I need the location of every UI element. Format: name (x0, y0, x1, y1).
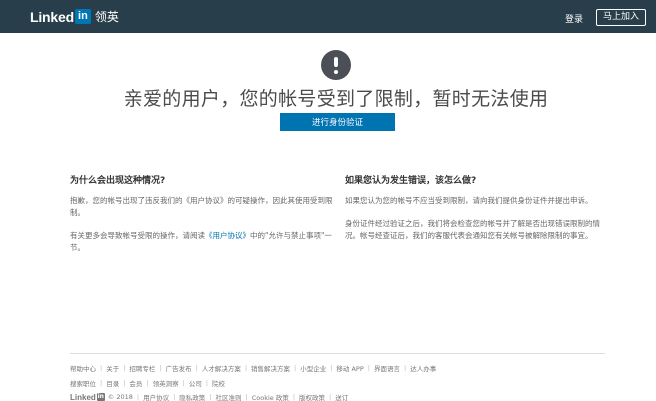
alert-circle-icon (321, 50, 351, 80)
footer-link[interactable]: 达人办事 (410, 363, 436, 373)
join-now-button[interactable]: 马上加入 (596, 9, 646, 26)
footer-linkedin-logo: Linked in (70, 393, 105, 401)
footer-link[interactable]: 招聘专栏 (129, 363, 155, 373)
user-agreement-link[interactable]: 《用户协议》 (205, 231, 250, 240)
signin-link[interactable]: 登录 (565, 12, 583, 25)
why-section-paragraph-2: 有关更多会导致帐号受限的操作，请阅读《用户协议》中的"允许与禁止事项"一节。 (70, 230, 336, 254)
top-navbar: Linked in 领英 登录 马上加入 (0, 0, 656, 33)
footer-link[interactable]: Cookie 政策 (252, 392, 289, 401)
footer-link[interactable]: 人才解决方案 (202, 363, 241, 373)
footer-link[interactable]: 公司 (189, 378, 202, 388)
footer-link[interactable]: 用户协议 (143, 392, 169, 401)
footer-link[interactable]: 版权政策 (299, 392, 325, 401)
footer-link[interactable]: 界面语言 (374, 363, 400, 373)
footer-links-row-1: 帮助中心 | 关于 | 招聘专栏 | 广告发布 | 人才解决方案 | 销售解决方案 | 小型… (70, 363, 437, 373)
appeal-section-paragraph-1: 如果您认为您的帐号不应当受到限制，请向我们提供身份证件并提出申诉。 (345, 196, 593, 205)
footer-link[interactable]: 送订 (335, 392, 348, 401)
footer-link[interactable]: 移动 APP (336, 363, 363, 373)
alert-icon-dot (334, 70, 338, 74)
footer-links-row-2: 搜索职位 | 目录 | 会员 | 领英洞察 | 公司 | 院校 (70, 378, 226, 388)
appeal-section: 如果您认为发生错误，该怎么做? 如果您认为您的帐号不应当受到限制，请向我们提供身… (345, 173, 611, 253)
footer-link[interactable]: 领英洞察 (153, 378, 179, 388)
footer-link[interactable]: 广告发布 (166, 363, 192, 373)
why-section: 为什么会出现这种情况? 抱歉，您的帐号出现了违反我们的《用户协议》的可疑操作，因… (70, 173, 336, 265)
logo-in-box: in (74, 9, 91, 24)
footer-link[interactable]: 关于 (106, 363, 119, 373)
footer-link[interactable]: 小型企业 (300, 363, 326, 373)
copyright-text: © 2018 (107, 393, 133, 401)
logo-wordmark: Linked (30, 8, 74, 25)
alert-icon-bar (334, 57, 338, 67)
para2-prefix: 有关更多会导致帐号受限的操作，请阅读 (70, 231, 205, 240)
footer-link[interactable]: 院校 (212, 378, 225, 388)
why-section-paragraph-1: 抱歉，您的帐号出现了违反我们的《用户协议》的可疑操作，因此其使用受到限制。 (70, 196, 333, 217)
footer-link[interactable]: 社区准则 (216, 392, 242, 401)
footer-logo-in-box: in (96, 393, 105, 401)
footer-link[interactable]: 销售解决方案 (251, 363, 290, 373)
appeal-section-paragraph-2: 身份证件经过验证之后，我们将会检查您的帐号并了解是否出现错误限制的情况。帐号经查… (345, 219, 600, 240)
linkedin-logo[interactable]: Linked in 领英 (30, 8, 119, 25)
page-headline: 亲爱的用户，您的帐号受到了限制，暂时无法使用 (123, 88, 549, 110)
verify-identity-button[interactable]: 进行身份验证 (280, 113, 395, 131)
footer-link[interactable]: 目录 (106, 378, 119, 388)
footer-links-row-3: Linked in © 2018 | 用户协议 | 隐私政策 | 社区准则 | Cook… (70, 392, 349, 401)
footer-link[interactable]: 帮助中心 (70, 363, 96, 373)
appeal-section-title: 如果您认为发生错误，该怎么做? (345, 176, 477, 186)
logo-chinese-name: 领英 (94, 10, 119, 24)
why-section-title: 为什么会出现这种情况? (70, 176, 166, 186)
footer-link[interactable]: 隐私政策 (179, 392, 205, 401)
footer-logo-wordmark: Linked (70, 392, 96, 401)
footer-link[interactable]: 搜索职位 (70, 378, 96, 388)
footer-link[interactable]: 会员 (129, 378, 142, 388)
footer-divider (70, 353, 605, 354)
